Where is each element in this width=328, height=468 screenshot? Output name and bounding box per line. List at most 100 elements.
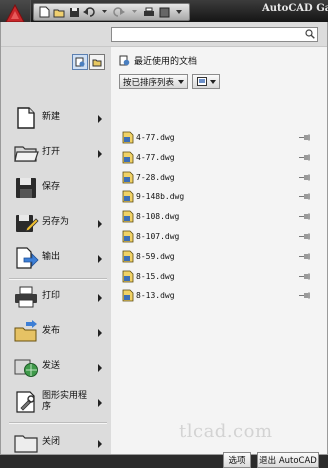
- submenu-arrow-icon: [98, 115, 102, 123]
- menu-item-label: 另存为: [42, 217, 70, 227]
- customize-dropdown-icon[interactable]: [172, 5, 186, 19]
- menu-item-drawing-utilities[interactable]: 图形实用程序: [1, 385, 111, 421]
- pin-icon[interactable]: [299, 213, 311, 220]
- menu-item-save[interactable]: 保存: [1, 171, 111, 207]
- sort-order-label: 按已排序列表: [123, 77, 175, 88]
- recent-file-item[interactable]: 8-15.dwg: [119, 269, 319, 285]
- recent-file-item[interactable]: 8-107.dwg: [119, 229, 319, 245]
- menu-item-save-as[interactable]: 另存为: [1, 206, 111, 242]
- undo-dropdown-icon[interactable]: [97, 5, 111, 19]
- save-as-icon: [16, 215, 39, 232]
- recent-file-name: 4-77.dwg: [136, 133, 175, 142]
- menu-item-print[interactable]: 打印: [1, 280, 111, 316]
- menu-item-label: 打开: [42, 147, 61, 157]
- export-icon: [16, 247, 39, 269]
- pin-icon[interactable]: [299, 134, 311, 141]
- search-input[interactable]: [111, 27, 318, 42]
- close-folder-icon: [14, 435, 38, 453]
- menu-commands: 新建 打开 保存 另存为 输出 打印 发布 发送 图形实用程序 关闭: [1, 47, 111, 454]
- submenu-arrow-icon: [98, 150, 102, 158]
- display-style-dropdown[interactable]: [192, 74, 221, 89]
- recent-documents-view-button[interactable]: [72, 54, 88, 70]
- dwg-file-icon: [122, 151, 134, 164]
- dwg-file-icon: [122, 131, 134, 144]
- recent-file-name: 8-13.dwg: [136, 291, 175, 301]
- open-documents-icon: [92, 59, 102, 67]
- open-documents-view-button[interactable]: [89, 54, 105, 70]
- menu-item-label: 新建: [42, 112, 61, 122]
- dwg-file-icon: [122, 210, 134, 223]
- menu-item-export[interactable]: 输出: [1, 241, 111, 277]
- pin-icon[interactable]: [299, 273, 311, 280]
- title-bar: AutoCAD Gar: [0, 0, 328, 30]
- recent-file-item[interactable]: 8-59.dwg: [119, 249, 319, 265]
- recent-file-name: 8-108.dwg: [136, 212, 180, 222]
- exit-autocad-button[interactable]: 退出 AutoCAD: [257, 452, 319, 468]
- menu-item-label: 输出: [42, 252, 61, 262]
- recent-file-item[interactable]: 8-13.dwg: [119, 288, 319, 304]
- pin-icon[interactable]: [299, 253, 311, 260]
- search-bar: [1, 22, 327, 47]
- submenu-arrow-icon: [98, 220, 102, 228]
- printer-icon: [15, 286, 37, 308]
- menu-item-open[interactable]: 打开: [1, 136, 111, 172]
- redo-dropdown-icon[interactable]: [127, 5, 141, 19]
- application-menu: 新建 打开 保存 另存为 输出 打印 发布 发送 图形实用程序 关闭 最近使用的…: [0, 22, 328, 468]
- menu-item-label: 发送: [42, 361, 61, 371]
- recent-file-item[interactable]: 8-108.dwg: [119, 209, 319, 225]
- dwg-file-icon: [122, 230, 134, 243]
- recent-file-item[interactable]: 7-28.dwg: [119, 170, 319, 186]
- new-icon[interactable]: [37, 5, 51, 19]
- open-icon[interactable]: [52, 5, 66, 19]
- options-button[interactable]: 选项: [223, 452, 251, 468]
- undo-icon[interactable]: [82, 5, 96, 19]
- search-icon[interactable]: [305, 29, 315, 39]
- menu-item-label: 图形实用程序: [42, 391, 88, 412]
- plot-icon[interactable]: [142, 5, 156, 19]
- app-title: AutoCAD Gar: [262, 3, 328, 14]
- redo-icon[interactable]: [112, 5, 126, 19]
- pin-icon[interactable]: [299, 193, 311, 200]
- autocad-logo-icon: [5, 4, 25, 23]
- submenu-arrow-icon: [98, 399, 102, 407]
- submenu-arrow-icon: [98, 440, 102, 448]
- save-icon[interactable]: [67, 5, 81, 19]
- open-folder-icon: [14, 146, 39, 162]
- recent-documents-icon: [119, 55, 130, 66]
- menu-item-new[interactable]: 新建: [1, 101, 111, 137]
- workspace-icon[interactable]: [157, 5, 171, 19]
- pin-icon[interactable]: [299, 292, 311, 299]
- menu-item-send[interactable]: 发送: [1, 350, 111, 386]
- dwg-file-icon: [122, 289, 134, 302]
- recent-file-name: 8-107.dwg: [136, 232, 180, 241]
- menu-item-label: 打印: [42, 291, 61, 301]
- pin-icon[interactable]: [299, 233, 311, 240]
- recent-file-item[interactable]: 9-148b.dwg: [119, 189, 319, 205]
- floppy-disk-icon: [16, 178, 36, 198]
- new-document-icon: [17, 107, 35, 129]
- recent-open-toggle: [72, 54, 105, 70]
- submenu-arrow-icon: [98, 255, 102, 263]
- dwg-file-icon: [122, 171, 134, 183]
- chevron-down-icon: [209, 79, 216, 84]
- small-images-icon: [196, 77, 207, 86]
- recent-documents-title: 最近使用的文档: [134, 57, 198, 67]
- recent-documents-header: 最近使用的文档: [119, 54, 197, 67]
- recent-controls: 按已排序列表: [119, 74, 221, 89]
- menu-separator: [9, 422, 107, 424]
- watermark: tlcad.com: [179, 421, 273, 442]
- quick-access-toolbar: [33, 3, 190, 21]
- submenu-arrow-icon: [98, 329, 102, 337]
- pin-icon[interactable]: [299, 154, 311, 161]
- recent-file-item[interactable]: 4-77.dwg: [119, 150, 319, 166]
- menu-item-label: 关闭: [42, 437, 61, 447]
- publish-icon: [14, 320, 37, 342]
- send-globe-icon: [14, 359, 38, 377]
- pin-icon[interactable]: [299, 174, 311, 181]
- recent-file-name: 8-59.dwg: [136, 251, 175, 261]
- sort-order-dropdown[interactable]: 按已排序列表: [119, 74, 189, 89]
- recent-file-item[interactable]: 4-77.dwg: [119, 130, 319, 146]
- recent-documents-panel: 最近使用的文档 按已排序列表 4-77.dwg 4-77.dwg 7-28.dwg 9…: [111, 47, 327, 468]
- menu-item-publish[interactable]: 发布: [1, 315, 111, 351]
- drawing-utilities-icon: [16, 391, 35, 413]
